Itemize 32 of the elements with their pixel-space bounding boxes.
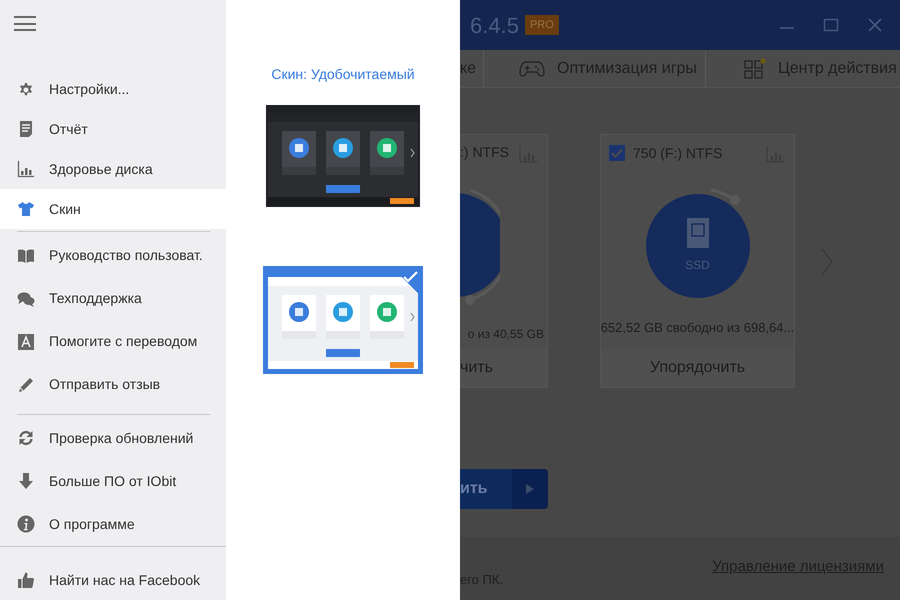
- gamepad-icon: [519, 58, 545, 78]
- menu-item[interactable]: Настройки...: [0, 69, 226, 110]
- grid-icon: [744, 58, 766, 80]
- checkbox[interactable]: [609, 145, 625, 161]
- menu-item[interactable]: Отчёт: [0, 109, 226, 150]
- menu-item[interactable]: Найти нас на Facebook: [0, 560, 226, 600]
- menu-item[interactable]: О программе: [0, 502, 226, 546]
- download-arrow-icon: [17, 472, 35, 490]
- close-icon[interactable]: [866, 16, 884, 34]
- menu-item[interactable]: Больше ПО от IObit: [0, 460, 226, 503]
- menu-icon[interactable]: [14, 14, 36, 34]
- menu-item[interactable]: Руководство пользоват.: [0, 234, 226, 278]
- t-shirt-icon: [17, 200, 35, 218]
- book-icon: [17, 246, 35, 265]
- menu-item[interactable]: Здоровье диска: [0, 149, 226, 190]
- menu-item[interactable]: Помогите с переводом: [0, 320, 226, 364]
- info-icon: [17, 515, 35, 534]
- menu-item[interactable]: Проверка обновлений: [0, 416, 226, 460]
- menu-item[interactable]: Техподдержка: [0, 277, 226, 320]
- pencil-icon: [17, 376, 35, 394]
- menu-item[interactable]: Скин: [0, 189, 226, 230]
- chat-icon: [17, 290, 35, 308]
- pro-badge: PRO: [524, 14, 559, 36]
- letter-a-icon: [17, 332, 35, 351]
- menu-item[interactable]: Отправить отзыв: [0, 363, 226, 406]
- bar-chart-icon: [17, 160, 35, 178]
- thumbs-up-icon: [17, 571, 35, 589]
- document-icon: [17, 120, 35, 138]
- skin-title: Скин: Удобочитаемый: [271, 65, 415, 84]
- play-icon: [525, 483, 535, 495]
- maximize-icon[interactable]: [822, 16, 840, 34]
- refresh-icon: [17, 429, 35, 448]
